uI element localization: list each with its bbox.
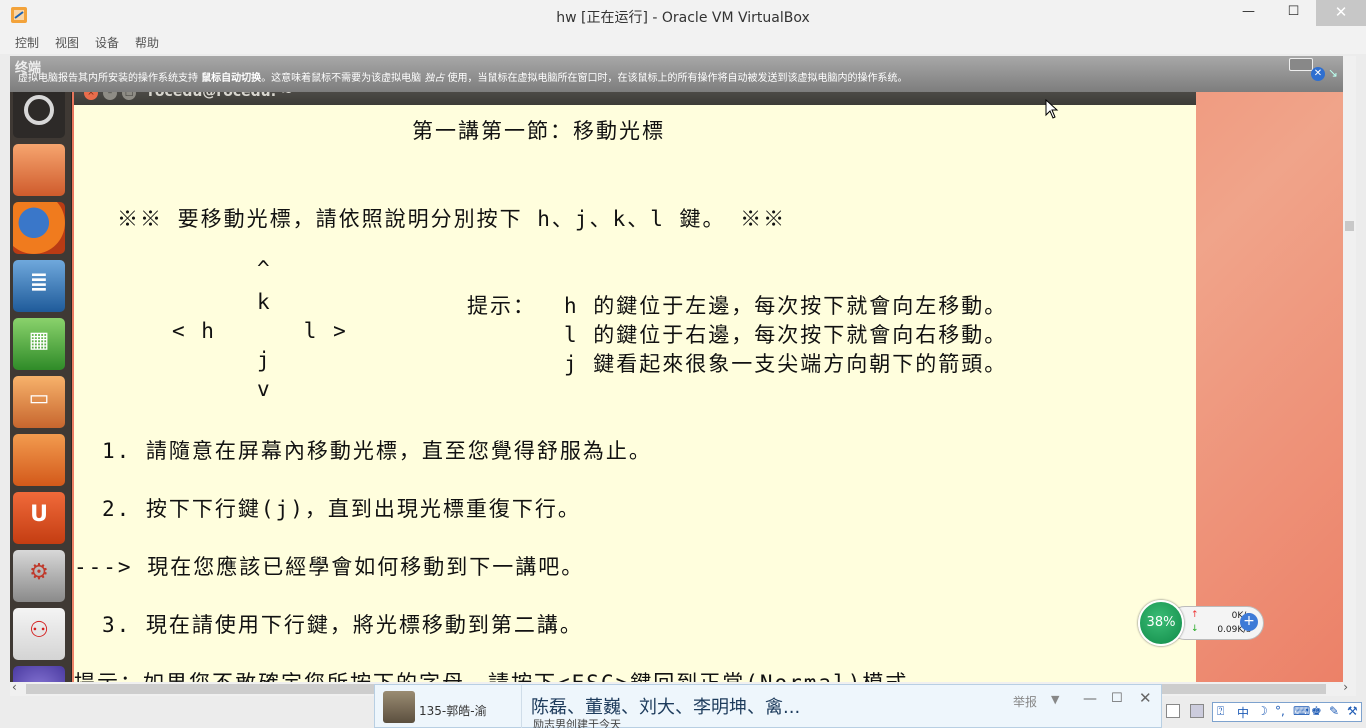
more-apps-icon[interactable] (13, 666, 65, 682)
notification-close-icon[interactable]: ✕ (1311, 67, 1325, 81)
dash-icon[interactable] (13, 86, 65, 138)
step-2: 2. 按下下行鍵(j)，直到出現光標重復下行。 (102, 497, 581, 521)
software-center-icon[interactable] (13, 434, 65, 486)
chat-subtext: 励志男创建于今天 (533, 718, 621, 728)
firefox-icon[interactable] (13, 202, 65, 254)
menu-devices[interactable]: 设备 (95, 34, 119, 51)
libreoffice-impress-icon[interactable]: ▭ (13, 376, 65, 428)
minimize-button[interactable]: — (1226, 0, 1271, 26)
speedup-plus-icon[interactable]: + (1240, 613, 1258, 631)
input-method-bar[interactable]: ⍰ 中 ☽ °, ⌨ ♚ ✎ ⚒ (1212, 702, 1362, 722)
k-key: k (257, 290, 272, 314)
hint-j: j 鍵看起來很象一支尖端方向朝下的箭頭。 (564, 352, 1008, 376)
memory-usage-badge[interactable]: 38% (1138, 600, 1184, 646)
ubuntu-launcher: ≣ ▦ ▭ U ⚙ ⚇ (10, 80, 72, 682)
chevron-down-icon[interactable]: ▼ (1051, 693, 1059, 706)
ime-help-icon[interactable]: ⍰ (1217, 704, 1224, 719)
step-3: 3. 現在請使用下行鍵，將光標移動到第二講。 (102, 613, 583, 637)
scroll-right-icon[interactable]: › (1343, 680, 1348, 694)
lesson-intro: ※※ 要移動光標，請依照說明分別按下 h、j、k、l 鍵。 ※※ (117, 207, 787, 231)
j-key: j (257, 348, 272, 372)
chat-minimize-button[interactable]: — (1083, 691, 1097, 707)
ime-skin-icon[interactable]: ♚ (1311, 704, 1322, 718)
close-button[interactable]: ✕ (1316, 0, 1366, 26)
files-icon[interactable] (13, 144, 65, 196)
menu-bar: 控制 视图 设备 帮助 (0, 30, 1366, 54)
window-titlebar[interactable]: hw [正在运行] - Oracle VM VirtualBox — ☐ ✕ (0, 0, 1366, 30)
mouse-integration-icon[interactable]: ↘ (1328, 66, 1344, 82)
libreoffice-writer-icon[interactable]: ≣ (13, 260, 65, 312)
avatar[interactable] (383, 691, 415, 723)
h-l-keys: < h l > (172, 319, 348, 343)
ime-keyboard-icon[interactable]: ⌨ (1293, 704, 1310, 718)
terminal-content[interactable]: 第一講第一節：移動光標 ※※ 要移動光標，請依照說明分別按下 h、j、k、l 鍵… (74, 105, 1196, 682)
v-key: v (257, 377, 272, 401)
ubuntu-one-icon[interactable]: U (13, 492, 65, 544)
terminal-window[interactable]: × – □ rocedu@rocedu: ~ 第一講第一節：移動光標 ※※ 要移… (74, 80, 1196, 682)
menu-control[interactable]: 控制 (15, 34, 39, 51)
hint-l: l 的鍵位于右邊，每次按下就會向右移動。 (564, 323, 1008, 347)
chat-contact-name[interactable]: 135-郭皓-渝 (419, 702, 487, 719)
ime-tools-icon[interactable]: ⚒ (1347, 704, 1358, 718)
report-link[interactable]: 举报 (1013, 693, 1037, 710)
chat-maximize-button[interactable]: ☐ (1111, 691, 1123, 706)
libreoffice-calc-icon[interactable]: ▦ (13, 318, 65, 370)
umbrello-icon[interactable]: ⚇ (13, 608, 65, 660)
maximize-button[interactable]: ☐ (1271, 0, 1316, 26)
menu-help[interactable]: 帮助 (135, 34, 159, 51)
tray-display-icon[interactable] (1190, 704, 1204, 718)
vm-display[interactable]: ≣ ▦ ▭ U ⚙ ⚇ × – □ rocedu@rocedu: ~ 第一講第一… (10, 56, 1356, 682)
tip-line: 提示：如果您不敢確定您所按下的字母，請按下<ESC>鍵回到正常(Normal)模… (74, 667, 931, 682)
vertical-scrollbar[interactable] (1343, 56, 1356, 682)
caret-key: ^ (257, 257, 272, 281)
step-1: 1. 請隨意在屏幕內移動光標，直至您覺得舒服為止。 (102, 439, 652, 463)
divider (521, 685, 522, 728)
lesson-heading: 第一講第一節：移動光標 (412, 119, 665, 143)
notification-message: 虚拟电脑报告其内所安装的操作系统支持 鼠标自动切换。这意味着鼠标不需要为该虚拟电… (18, 73, 908, 84)
ime-halfwidth-icon[interactable]: ☽ (1257, 704, 1268, 718)
keyboard-icon (1289, 58, 1313, 71)
mouse-integration-notification: 终端 虚拟电脑报告其内所安装的操作系统支持 鼠标自动切换。这意味着鼠标不需要为该… (10, 56, 1356, 92)
chat-close-button[interactable]: ✕ (1139, 689, 1152, 707)
scroll-left-icon[interactable]: ‹ (12, 680, 17, 694)
hint-h: h 的鍵位于左邊，每次按下就會向左移動。 (564, 294, 1008, 318)
ime-chinese-mode[interactable]: 中 (1237, 704, 1249, 721)
vertical-scroll-thumb[interactable] (1345, 221, 1354, 231)
arrow-line: ---> 現在您應該已經學會如何移動到下一講吧。 (74, 555, 585, 579)
tray-window-icon[interactable] (1166, 704, 1180, 718)
ime-punctuation-icon[interactable]: °, (1275, 704, 1285, 718)
ime-handwriting-icon[interactable]: ✎ (1329, 704, 1339, 718)
mouse-cursor-icon (1045, 99, 1059, 119)
window-title: hw [正在运行] - Oracle VM VirtualBox (556, 10, 810, 26)
system-settings-icon[interactable]: ⚙ (13, 550, 65, 602)
chat-notification-popup[interactable]: 135-郭皓-渝 陈磊、董巍、刘大、李明坤、禽... 励志男创建于今天 举报 ▼… (374, 684, 1162, 728)
hint-label: 提示： (467, 294, 536, 318)
menu-view[interactable]: 视图 (55, 34, 79, 51)
